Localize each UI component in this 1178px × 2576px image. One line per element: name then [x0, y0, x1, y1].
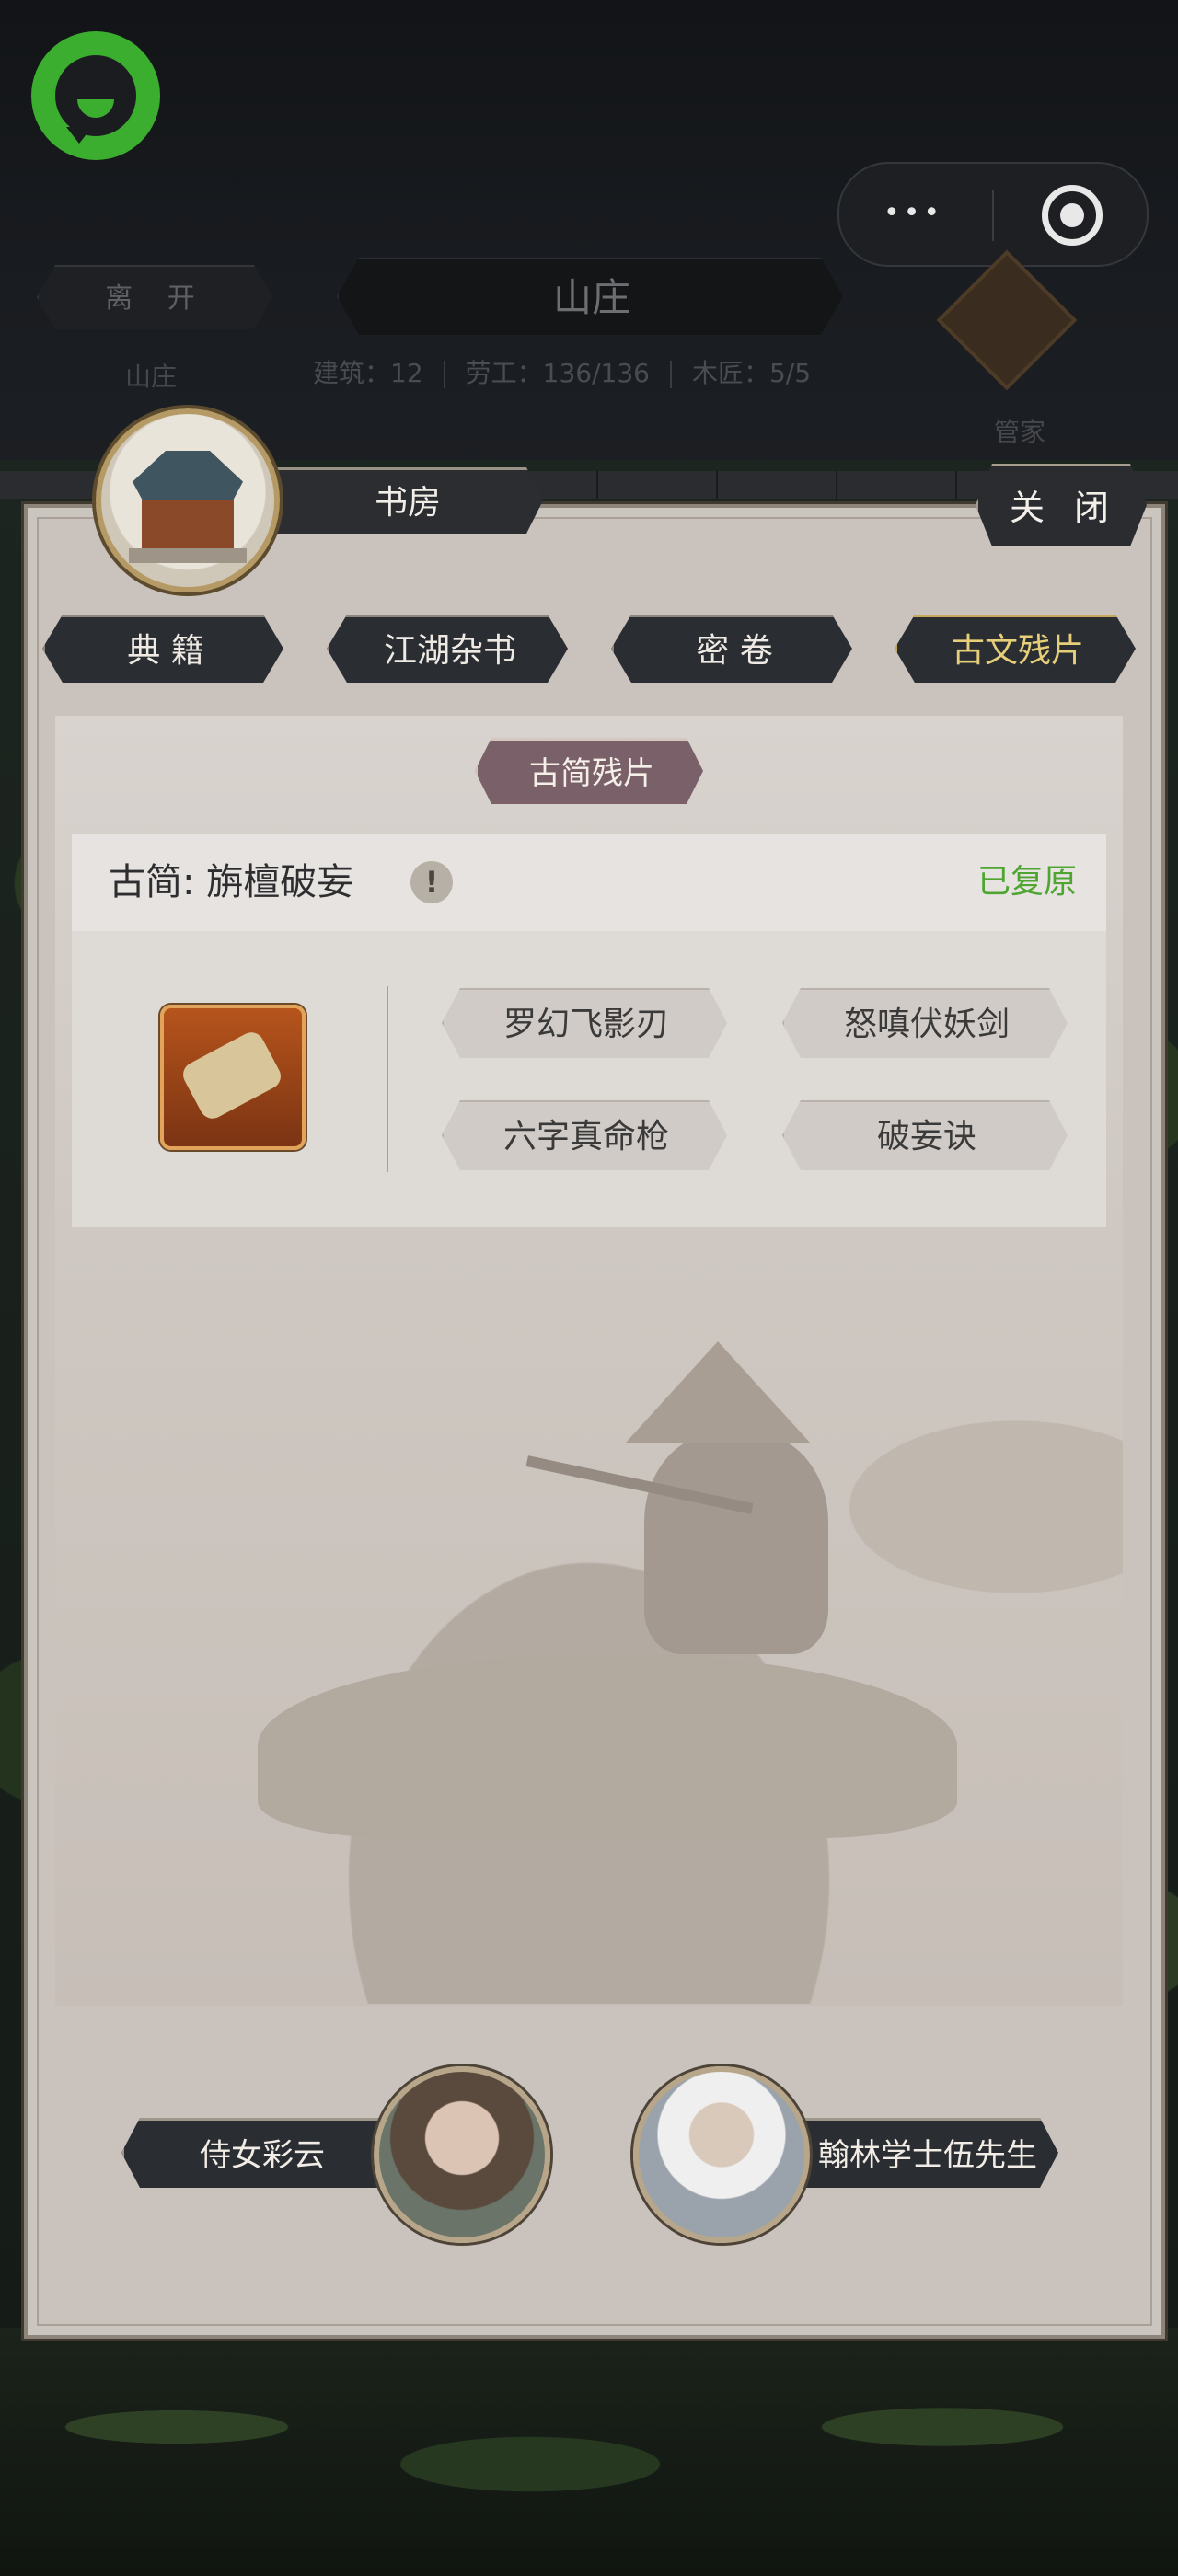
- mist-backdrop: [55, 1176, 1123, 2004]
- skill-button[interactable]: 怒嗔伏妖剑: [782, 988, 1068, 1058]
- fragments-panel: 古简残片 古简: 旃檀破妄 ! 已复原 罗幻飞影刃 怒嗔伏妖剑 六字真命枪 破妄…: [55, 716, 1123, 2006]
- mini-program-capsule: •••: [837, 162, 1149, 267]
- maid-avatar[interactable]: [374, 2066, 550, 2243]
- workers-stat: 劳工：136/136: [465, 358, 650, 388]
- study-building-icon: [96, 408, 280, 592]
- background-garden: [0, 2328, 1178, 2576]
- scholar-avatar[interactable]: [633, 2066, 810, 2243]
- village-stats: 建筑：12 劳工：136/136 木匠：5/5: [313, 353, 865, 394]
- rock-illustration: [258, 1654, 957, 1838]
- scroll-icon[interactable]: [160, 1005, 306, 1150]
- skill-button[interactable]: 罗幻飞影刃: [442, 988, 727, 1058]
- room-title: 书房: [267, 467, 543, 534]
- info-icon[interactable]: !: [410, 861, 453, 903]
- record-header[interactable]: 古简: 旃檀破妄 ! 已复原: [72, 834, 1106, 931]
- record-body: 罗幻飞影刃 怒嗔伏妖剑 六字真命枪 破妄诀: [72, 931, 1106, 1227]
- skill-button[interactable]: 破妄诀: [782, 1100, 1068, 1170]
- tab-jianghu-books[interactable]: 江湖杂书: [327, 615, 568, 683]
- record-title: 古简: 旃檀破妄: [109, 861, 354, 903]
- more-icon[interactable]: •••: [884, 200, 943, 227]
- village-label: 山庄: [125, 362, 178, 392]
- skill-button[interactable]: 六字真命枪: [442, 1100, 727, 1170]
- leave-button[interactable]: 离 开: [37, 265, 272, 329]
- section-title: 古简残片: [475, 738, 703, 804]
- npc-name-left[interactable]: 侍女彩云: [121, 2118, 398, 2188]
- traveler-illustration: [644, 1433, 828, 1654]
- record-status: 已复原: [976, 863, 1077, 901]
- npc-name-right[interactable]: 翰林学士伍先生: [791, 2118, 1058, 2188]
- tab-secret-scrolls[interactable]: 密 卷: [611, 615, 852, 683]
- tab-classics[interactable]: 典 籍: [42, 615, 283, 683]
- close-button[interactable]: 关 闭: [976, 464, 1147, 546]
- exit-target-icon[interactable]: [1042, 185, 1103, 246]
- location-title: 山庄: [337, 258, 843, 335]
- vertical-divider: [387, 986, 388, 1172]
- buildings-stat: 建筑：12: [313, 358, 423, 388]
- chat-logo-icon[interactable]: [31, 31, 160, 160]
- carpenters-stat: 木匠：5/5: [691, 358, 812, 388]
- steward-label[interactable]: 管家: [994, 412, 1045, 449]
- tab-ancient-fragments[interactable]: 古文残片: [895, 615, 1136, 683]
